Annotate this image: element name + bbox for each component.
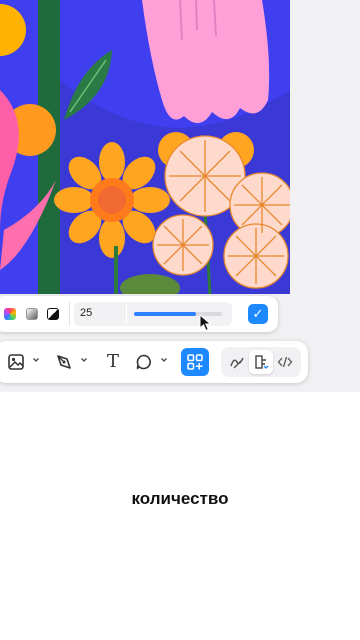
- image-icon[interactable]: [4, 350, 28, 374]
- pen-icon[interactable]: [52, 350, 76, 374]
- mode-switcher: [221, 347, 301, 377]
- code-icon[interactable]: [273, 350, 297, 374]
- chevron-down-icon[interactable]: [32, 356, 40, 364]
- artwork-image: [0, 0, 290, 294]
- color-toolbar: 25 ✓: [0, 296, 278, 332]
- linear-gradient-swatch-icon[interactable]: [26, 308, 38, 320]
- comment-icon[interactable]: [132, 350, 156, 374]
- divider: [126, 304, 127, 324]
- slider-fill: [134, 312, 196, 316]
- opacity-value[interactable]: 25: [80, 307, 92, 319]
- screen: 25 ✓ T количество: [0, 0, 360, 640]
- flower-illustration: [0, 0, 290, 294]
- dev-mode-icon[interactable]: [249, 350, 273, 374]
- caption-text: количество: [131, 489, 229, 508]
- shapes-icon[interactable]: [181, 348, 209, 376]
- gradient-swatch-icon[interactable]: [4, 308, 16, 320]
- checkmark-icon[interactable]: ✓: [248, 304, 268, 324]
- contrast-swatch-icon[interactable]: [47, 308, 59, 320]
- divider: [69, 302, 70, 326]
- text-icon[interactable]: T: [101, 350, 125, 374]
- chevron-down-icon[interactable]: [160, 356, 168, 364]
- chevron-down-icon[interactable]: [80, 356, 88, 364]
- mouse-cursor-icon: [199, 314, 212, 332]
- draw-icon[interactable]: [225, 350, 249, 374]
- tools-toolbar: T: [0, 341, 308, 383]
